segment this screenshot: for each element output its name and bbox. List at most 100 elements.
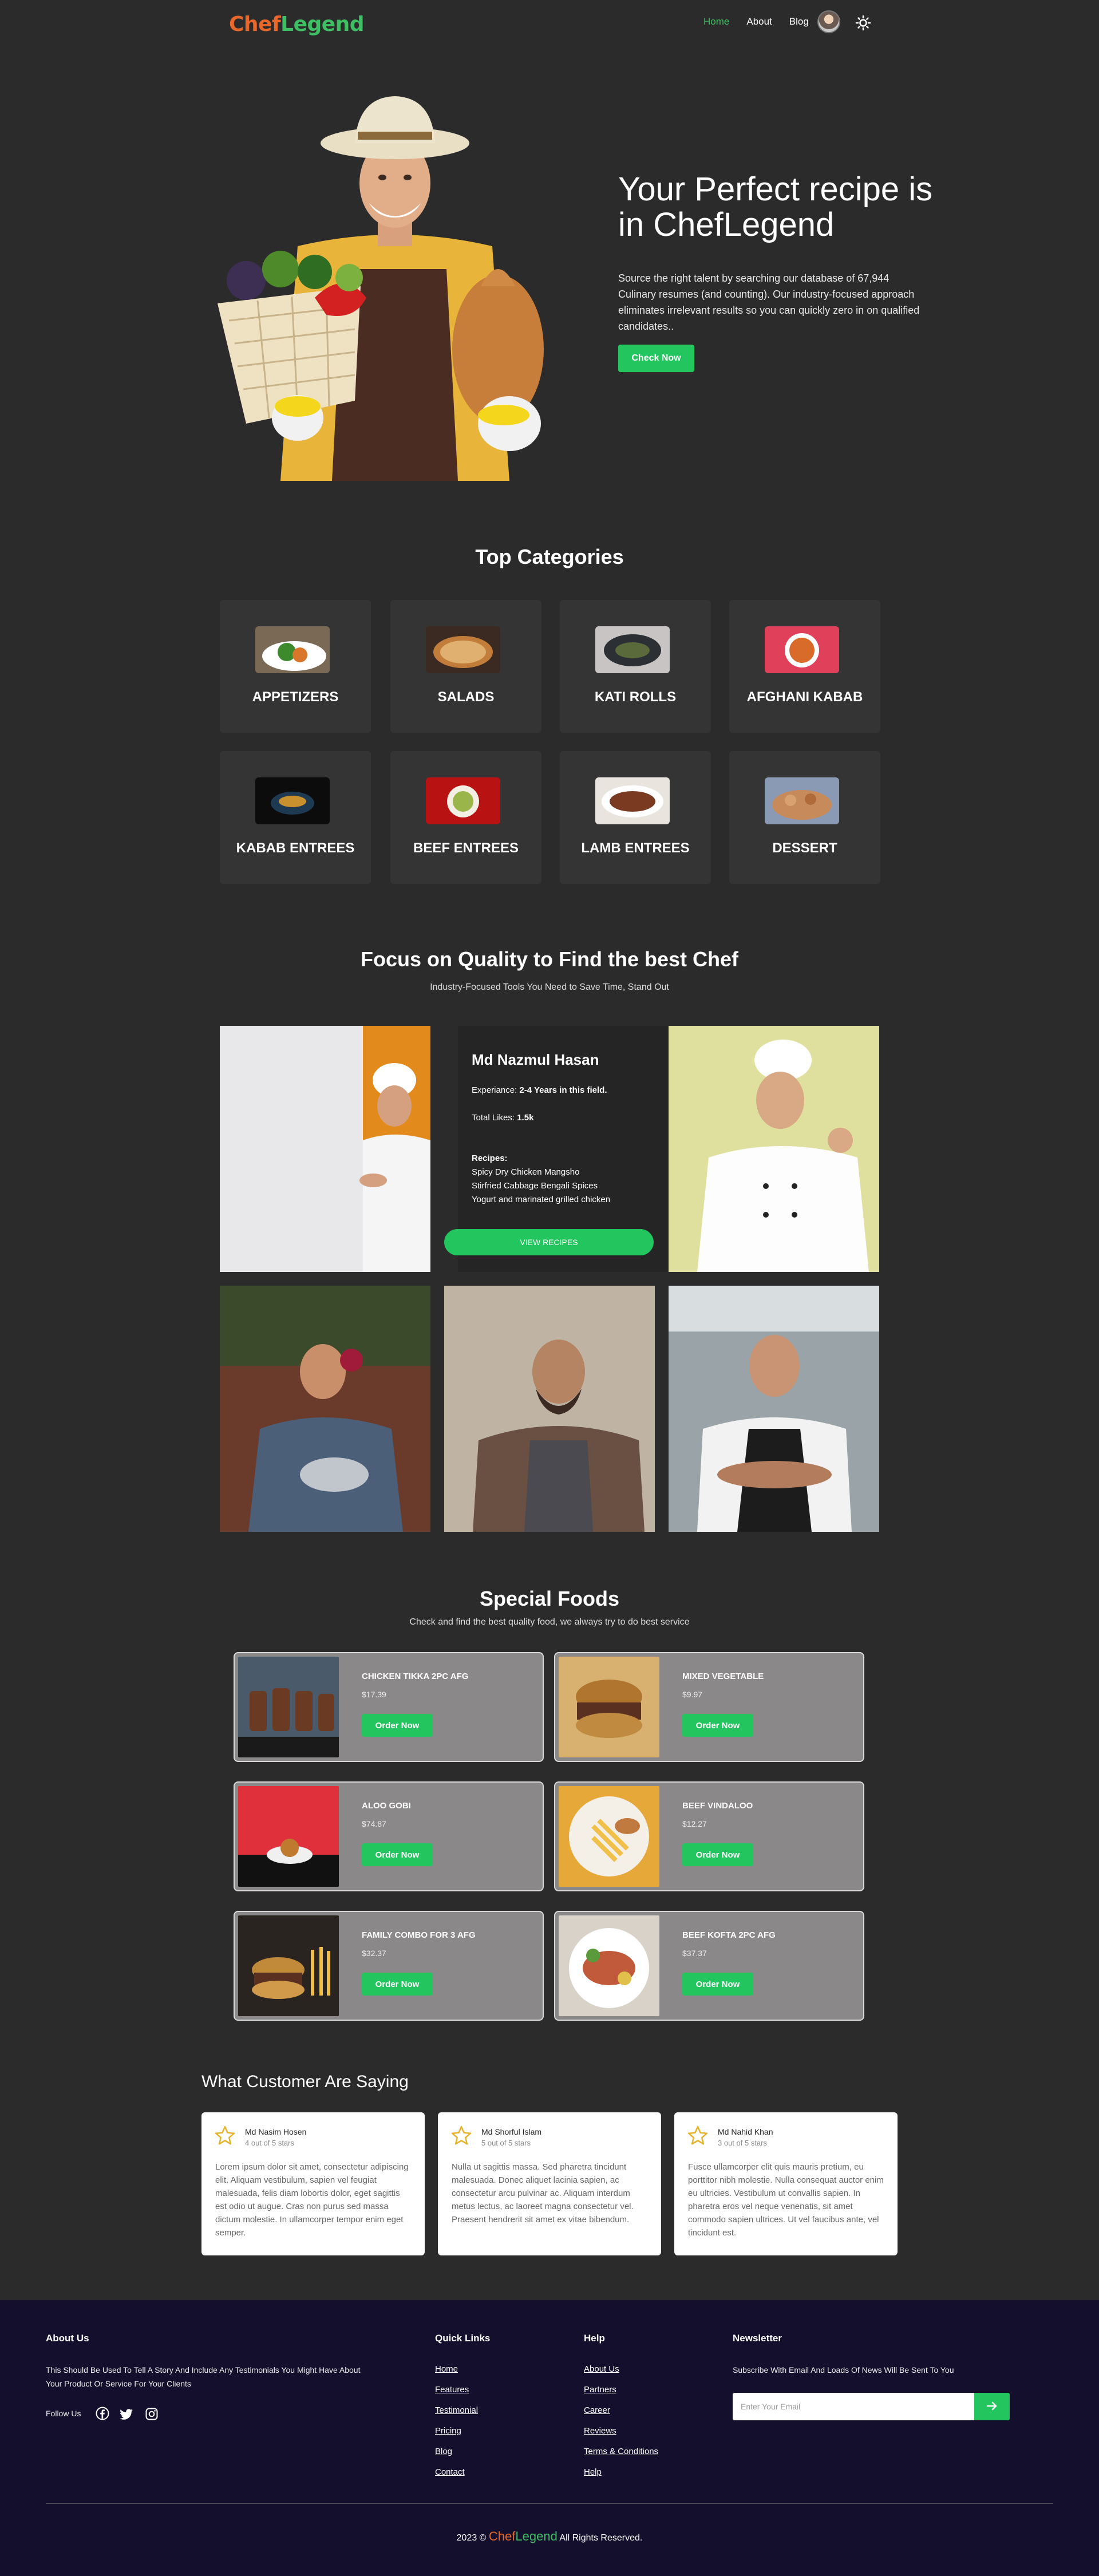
food-name: MIXED VEGETABLE [682, 1672, 764, 1681]
newsletter-submit-button[interactable] [974, 2393, 1010, 2420]
chefs-title: Focus on Quality to Find the best Chef [360, 947, 738, 971]
order-now-button[interactable]: Order Now [682, 1714, 753, 1737]
likes-value: 1.5k [517, 1113, 534, 1123]
footer-link-contact[interactable]: Contact [435, 2467, 465, 2477]
logo-part-chef: Chef [229, 13, 281, 36]
category-card-kabab-entrees[interactable]: KABAB ENTREES [220, 751, 371, 884]
footer-link-career[interactable]: Career [584, 2405, 610, 2415]
footer-link-features[interactable]: Features [435, 2385, 469, 2395]
facebook-icon[interactable] [96, 2407, 109, 2420]
category-card-kati-rolls[interactable]: KATI ROLLS [560, 600, 711, 733]
quick-links-title: Quick Links [435, 2333, 491, 2344]
category-card-afghani-kabab[interactable]: AFGHANI KABAB [729, 600, 880, 733]
category-card-salads[interactable]: SALADS [390, 600, 541, 733]
food-card: FAMILY COMBO FOR 3 AFG $32.37 Order Now [234, 1911, 544, 2021]
footer-link-blog[interactable]: Blog [435, 2447, 452, 2456]
order-now-button[interactable]: Order Now [362, 1973, 433, 1996]
category-image [595, 626, 670, 673]
check-now-button[interactable]: Check Now [618, 345, 694, 372]
food-image [238, 1657, 339, 1757]
food-price: $37.37 [682, 1949, 707, 1958]
food-name: Chicken tikka 2pc afg [362, 1672, 469, 1681]
category-image [595, 777, 670, 824]
food-name: Beef kofta 2pc afg [682, 1930, 776, 1940]
category-label: LAMB ENTREES [581, 840, 690, 856]
experience-value: 2-4 Years in this field. [519, 1085, 607, 1095]
footer-link-about-us[interactable]: About Us [584, 2364, 619, 2374]
category-label: KABAB ENTREES [236, 840, 355, 856]
footer-link-terms[interactable]: Terms & Conditions [584, 2447, 658, 2456]
copyright-prefix: 2023 © [456, 2533, 487, 2543]
category-image [765, 777, 839, 824]
order-now-button[interactable]: Order Now [682, 1973, 753, 1996]
hero-chef-image [218, 96, 544, 481]
food-price: $74.87 [362, 1819, 386, 1828]
twitter-icon[interactable] [120, 2407, 133, 2421]
recipes-label: Recipes: [472, 1153, 508, 1163]
footer-link-home[interactable]: Home [435, 2364, 458, 2374]
footer-link-partners[interactable]: Partners [584, 2385, 616, 2395]
footer-link-testimonial[interactable]: Testimonial [435, 2405, 478, 2415]
chef-card-image[interactable] [220, 1286, 430, 1532]
view-recipes-button[interactable]: VIEW RECIPES [444, 1229, 654, 1255]
order-now-button[interactable]: Order Now [682, 1843, 753, 1866]
copyright-suffix: All Rights Reserved. [559, 2533, 643, 2543]
food-image [238, 1786, 339, 1887]
logo[interactable]: ChefLegend [229, 13, 365, 36]
reviewer-name: Md Nasim Hosen [245, 2127, 307, 2136]
testimonials-title: What Customer Are Saying [201, 2072, 409, 2091]
food-image [559, 1657, 659, 1757]
nav-link-blog[interactable]: Blog [789, 16, 809, 27]
nav-link-about[interactable]: About [746, 16, 772, 27]
chefs-subtitle: Industry-Focused Tools You Need to Save … [430, 982, 669, 992]
newsletter-email-input[interactable] [733, 2393, 974, 2420]
testimonial-card: Md Nasim Hosen 4 out of 5 stars Lorem ip… [201, 2112, 425, 2255]
newsletter-text: Subscribe With Email And Loads Of News W… [733, 2365, 954, 2374]
category-card-appetizers[interactable]: APPETIZERS [220, 600, 371, 733]
category-image [255, 626, 330, 673]
user-avatar[interactable] [817, 10, 840, 33]
food-card: Chicken tikka 2pc afg $17.39 Order Now [234, 1652, 544, 1762]
nav-link-home[interactable]: Home [703, 16, 729, 27]
copyright-brand-legend: Legend [515, 2529, 558, 2543]
chef-card-image[interactable] [444, 1286, 655, 1532]
order-now-button[interactable]: Order Now [362, 1714, 433, 1737]
chef-card-image[interactable] [669, 1286, 879, 1532]
chef-recipes: Recipes: Spicy Dry Chicken Mangsho Stirf… [472, 1152, 610, 1207]
footer-link-reviews[interactable]: Reviews [584, 2426, 616, 2436]
chef-card-image[interactable] [669, 1026, 879, 1272]
footer-link-pricing[interactable]: Pricing [435, 2426, 461, 2436]
category-image [426, 626, 500, 673]
instagram-icon[interactable] [145, 2407, 159, 2421]
testimonial-text: Nulla ut sagittis massa. Sed pharetra ti… [452, 2162, 634, 2225]
sun-icon[interactable] [855, 15, 871, 31]
category-label: AFGHANI KABAB [746, 689, 863, 705]
food-card: Aloo GOBI $74.87 Order Now [234, 1781, 544, 1891]
top-nav: ChefLegend Home About Blog [0, 0, 1099, 48]
food-price: $17.39 [362, 1690, 386, 1699]
food-card: MIXED VEGETABLE $9.97 Order Now [554, 1652, 864, 1762]
food-image [238, 1915, 339, 2016]
reviewer-rating: 4 out of 5 stars [245, 2139, 294, 2147]
food-price: $12.27 [682, 1819, 707, 1828]
category-card-dessert[interactable]: DESSERT [729, 751, 880, 884]
food-image [559, 1786, 659, 1887]
footer-about-title: About Us [46, 2333, 89, 2344]
newsletter-title: Newsletter [733, 2333, 782, 2344]
category-card-beef-entrees[interactable]: BEEF ENTREES [390, 751, 541, 884]
chef-card-image[interactable] [220, 1026, 430, 1272]
food-card: Beef kofta 2pc afg $37.37 Order Now [554, 1911, 864, 2021]
food-name: Aloo GOBI [362, 1801, 411, 1811]
category-card-lamb-entrees[interactable]: LAMB ENTREES [560, 751, 711, 884]
star-icon [215, 2125, 235, 2145]
star-icon [451, 2125, 472, 2145]
category-label: DESSERT [772, 840, 837, 856]
likes-label: Total Likes: [472, 1113, 515, 1123]
star-icon [687, 2125, 708, 2145]
footer-link-help[interactable]: Help [584, 2467, 602, 2477]
special-foods-subtitle: Check and find the best quality food, we… [409, 1617, 690, 1627]
recipe-item: Spicy Dry Chicken Mangsho [472, 1167, 580, 1177]
order-now-button[interactable]: Order Now [362, 1843, 433, 1866]
follow-us-label: Follow Us [46, 2409, 81, 2418]
hero-title: Your Perfect recipe is in ChefLegend [618, 171, 933, 243]
